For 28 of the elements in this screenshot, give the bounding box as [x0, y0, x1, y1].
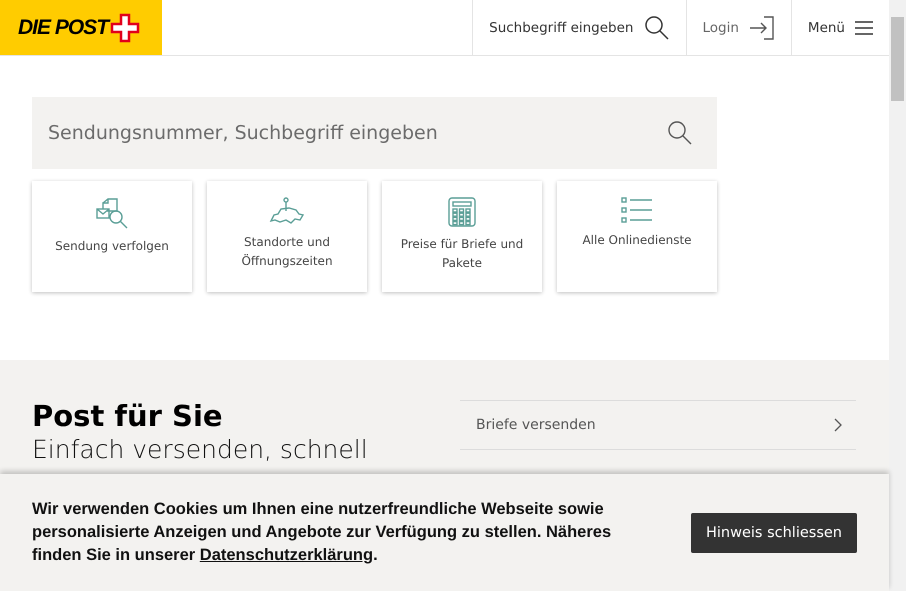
package-search-icon — [95, 197, 129, 229]
section-subtitle: Einfach versenden, schnell — [32, 435, 369, 465]
logo-text: DIE POST — [18, 16, 108, 40]
login-icon — [748, 16, 775, 40]
service-tile[interactable]: Alle Onlinedienste — [557, 181, 717, 292]
logo[interactable]: DIE POST — [0, 0, 162, 55]
scrollbar[interactable] — [889, 0, 906, 591]
cookie-notice: Wir verwenden Cookies um Ihnen eine nutzerfreundliche Webseite sowie personalisierte Anzeigen und Angebote zur Verfügung zu stellen. Näheres finden Sie in unserer Datenschutzerklärung. — [32, 499, 612, 566]
service-tile[interactable]: Sendung verfolgen — [32, 181, 192, 292]
search-icon — [644, 14, 670, 40]
tile-label: Standorte und Öffnungszeiten — [240, 234, 334, 270]
close-notice-button[interactable]: Hinweis schliessen — [690, 512, 857, 552]
calculator-icon — [448, 197, 476, 227]
tile-label: Sendung verfolgen — [54, 238, 170, 255]
swiss-cross-icon — [110, 12, 140, 42]
tile-label: Alle Onlinedienste — [581, 232, 693, 249]
tile-label: Preise für Briefe und Pakete — [400, 236, 524, 272]
search-icon — [667, 120, 693, 146]
service-tile[interactable]: Preise für Briefe und Pakete — [382, 181, 542, 292]
privacy-link[interactable]: Datenschutzerklärung — [200, 546, 374, 564]
list-icon — [621, 197, 653, 223]
section-title: Post für Sie — [32, 398, 224, 435]
search-field[interactable]: Sendungsnummer, Suchbegriff eingeben — [32, 97, 717, 169]
menu-icon — [855, 20, 873, 34]
service-tile[interactable]: Standorte und Öffnungszeiten — [207, 181, 367, 292]
chevron-right-icon — [834, 418, 842, 432]
map-pin-icon — [269, 197, 305, 225]
link-row[interactable]: Briefe versenden — [460, 400, 856, 450]
